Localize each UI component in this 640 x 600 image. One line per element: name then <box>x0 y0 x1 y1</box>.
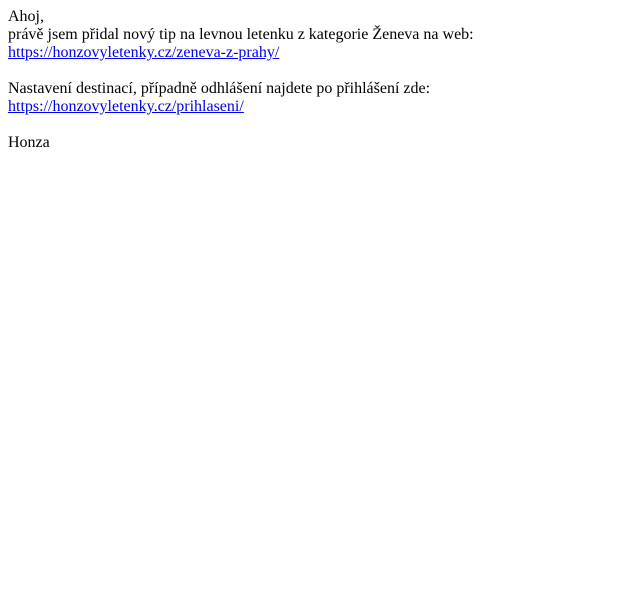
signature-text: Honza <box>8 134 50 151</box>
intro-text: právě jsem přidal nový tip na levnou let… <box>8 26 474 43</box>
greeting-text: Ahoj, <box>8 8 44 25</box>
tip-link[interactable]: https://honzovyletenky.cz/zeneva-z-prahy… <box>8 44 628 62</box>
login-link[interactable]: https://honzovyletenky.cz/prihlaseni/ <box>8 98 628 116</box>
email-body: Ahoj, právě jsem přidal nový tip na levn… <box>8 8 628 152</box>
settings-text: Nastavení destinací, případně odhlášení … <box>8 80 431 97</box>
